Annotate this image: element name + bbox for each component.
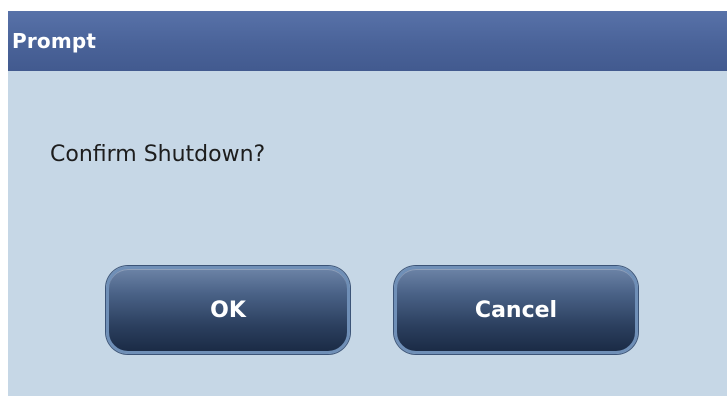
shutdown-prompt-dialog: Prompt Confirm Shutdown? OK Cancel [8, 11, 727, 396]
ok-button[interactable]: OK [106, 266, 350, 354]
ok-button-label: OK [210, 297, 246, 323]
dialog-message: Confirm Shutdown? [50, 142, 266, 167]
cancel-button-label: Cancel [474, 297, 558, 323]
dialog-title-bar: Prompt [8, 11, 727, 71]
dialog-title: Prompt [12, 29, 97, 53]
cancel-button[interactable]: Cancel [394, 266, 638, 354]
